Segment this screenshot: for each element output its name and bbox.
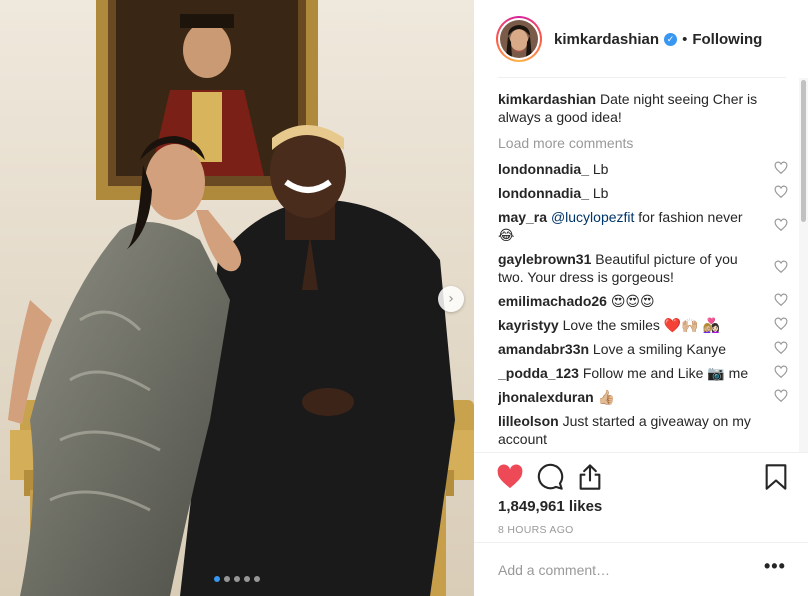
caption-username[interactable]: kimkardashian (498, 91, 596, 107)
comment-item: gaylebrown31 Beautiful picture of you tw… (498, 250, 788, 286)
carousel-dot-1 (214, 576, 220, 582)
comment-item: emilimachado26 😍😍😍 (498, 292, 788, 310)
comment-item: londonnadia_ Lb (498, 160, 788, 178)
bookmark-icon[interactable] (762, 463, 790, 491)
comment-text: Lb (589, 161, 609, 177)
comment-item: kayristyy Love the smiles ❤️🙌🏼 👩🏼‍❤️‍👩🏻 (498, 316, 788, 334)
header-divider (498, 77, 786, 78)
comment-text: Love the smiles ❤️🙌🏼 👩🏼‍❤️‍👩🏻 (558, 317, 720, 333)
comment-text: Follow me and Like 📷 me (578, 365, 749, 381)
comment-list: kimkardashian Date night seeing Cher is … (498, 90, 788, 452)
load-more-comments-button[interactable]: Load more comments (498, 134, 788, 152)
next-slide-button[interactable]: › (438, 286, 464, 312)
comment-username[interactable]: jhonalexduran (498, 389, 594, 405)
add-comment-input[interactable] (498, 559, 738, 581)
comment-username[interactable]: emilimachado26 (498, 293, 607, 309)
heart-outline-icon[interactable] (774, 365, 788, 379)
heart-outline-icon[interactable] (774, 389, 788, 403)
avatar-image (500, 20, 538, 58)
more-options-icon[interactable]: ••• (764, 557, 786, 575)
avatar[interactable] (496, 16, 542, 62)
instagram-post-view: › kimkardashian ✓ • Following kimkardash… (0, 0, 808, 596)
comment-scrollbar[interactable] (799, 78, 808, 452)
carousel-dot-3 (234, 576, 240, 582)
comment-username[interactable]: may_ra (498, 209, 547, 225)
post-side-panel: kimkardashian ✓ • Following kimkardashia… (474, 0, 808, 596)
comment-item: _podda_123 Follow me and Like 📷 me (498, 364, 788, 382)
carousel-dot-5 (254, 576, 260, 582)
header-separator: • (682, 30, 688, 48)
comment-username[interactable]: _podda_123 (498, 365, 579, 381)
comment-username[interactable]: amandabr33n (498, 341, 589, 357)
carousel-indicator (0, 576, 474, 582)
heart-outline-icon[interactable] (774, 293, 788, 307)
chevron-right-icon: › (448, 291, 454, 307)
comment-text: 😍😍😍 (606, 293, 655, 309)
post-actions-bar: 1,849,961 likes 8 HOURS AGO (474, 452, 808, 542)
comment-username[interactable]: kayristyy (498, 317, 559, 333)
following-button[interactable]: Following (692, 31, 762, 48)
comment-username[interactable]: gaylebrown31 (498, 251, 591, 267)
heart-outline-icon[interactable] (774, 317, 788, 331)
post-caption: kimkardashian Date night seeing Cher is … (498, 90, 788, 126)
comment-username[interactable]: londonnadia_ (498, 185, 589, 201)
comment-username[interactable]: londonnadia_ (498, 161, 589, 177)
post-photo-illustration (0, 0, 474, 596)
comment-item: jhonalexduran 👍🏼 (498, 388, 788, 406)
comment-item: may_ra @lucylopezfit for fashion never 😂 (498, 208, 788, 244)
heart-outline-icon[interactable] (774, 260, 788, 274)
heart-outline-icon[interactable] (774, 218, 788, 232)
carousel-dot-4 (244, 576, 250, 582)
likes-count[interactable]: 1,849,961 likes (498, 498, 602, 515)
heart-outline-icon[interactable] (774, 341, 788, 355)
comment-item: lilleolson Just started a giveaway on my… (498, 412, 788, 448)
heart-icon[interactable] (496, 463, 524, 491)
comment-item: londonnadia_ Lb (498, 184, 788, 202)
verified-badge-icon: ✓ (664, 32, 678, 46)
post-header: kimkardashian ✓ • Following (474, 0, 808, 78)
comment-text: 👍🏼 (593, 389, 616, 405)
comment-item: amandabr33n Love a smiling Kanye (498, 340, 788, 358)
comment-text: Lb (589, 185, 609, 201)
carousel-dot-2 (224, 576, 230, 582)
add-comment-bar: ••• (474, 542, 808, 596)
comment-username[interactable]: lilleolson (498, 413, 559, 429)
comment-scrollbar-thumb[interactable] (801, 80, 806, 222)
post-timestamp[interactable]: 8 HOURS AGO (498, 524, 574, 536)
heart-outline-icon[interactable] (774, 161, 788, 175)
comment-mention-link[interactable]: @lucylopezfit (551, 209, 634, 225)
comment-text: Love a smiling Kanye (589, 341, 727, 357)
share-icon[interactable] (576, 463, 604, 491)
comment-icon[interactable] (536, 463, 564, 491)
post-photo[interactable]: › (0, 0, 474, 596)
heart-outline-icon[interactable] (774, 185, 788, 199)
post-author-username[interactable]: kimkardashian (554, 31, 659, 48)
